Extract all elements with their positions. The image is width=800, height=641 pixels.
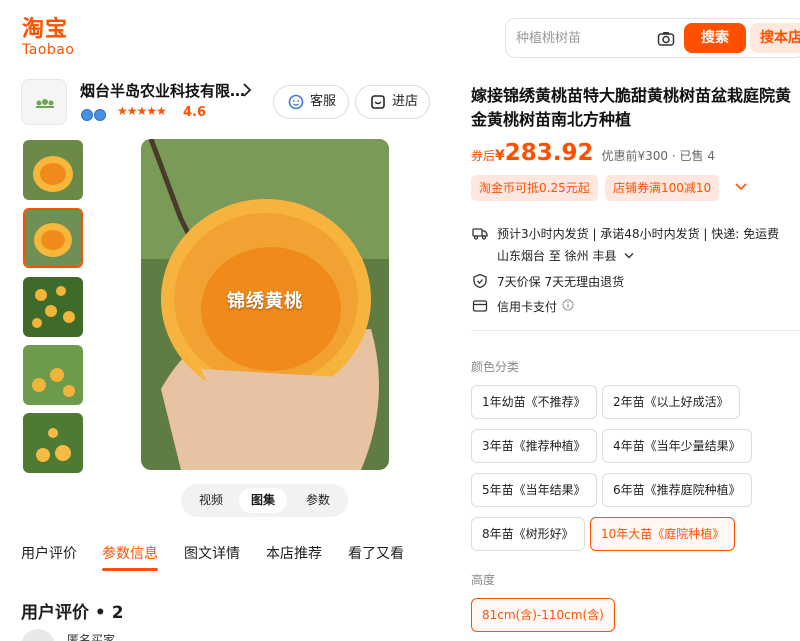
logo-cn: 淘宝 [22, 17, 69, 42]
price-value: 283.92 [504, 140, 594, 166]
chevron-right-icon[interactable] [241, 83, 253, 97]
credit-card-icon [472, 300, 488, 312]
thumbnail[interactable] [23, 277, 83, 337]
reviews-heading: 用户评价 • 2 [21, 603, 124, 623]
logo-en: Taobao [22, 42, 75, 58]
enter-store-button[interactable]: 进店 [355, 85, 430, 119]
tab-params[interactable]: 参数 [294, 488, 342, 513]
section-divider [471, 330, 800, 331]
tab-parameters[interactable]: 参数信息 [102, 543, 158, 563]
tab-store-recommend[interactable]: 本店推荐 [266, 543, 322, 563]
delivery-truck-icon [472, 228, 488, 240]
review-username: 匿名买家 [67, 633, 116, 641]
active-tab-indicator [102, 568, 158, 571]
route-text: 山东烟台 至 徐州 丰县 [497, 249, 617, 263]
sku-option[interactable]: 8年苗《树形好》 [471, 517, 585, 551]
shop-badges [81, 106, 107, 125]
delivery-text: 预计3小时内发货 | 承诺48小时内发货 | 快递: 免运费 [497, 227, 780, 241]
main-product-image[interactable]: 锦绣黄桃 [141, 139, 389, 470]
store-icon [371, 95, 385, 109]
image-caption: 锦绣黄桃 [227, 291, 303, 312]
sku-option[interactable]: 3年苗《推荐种植》 [471, 429, 597, 463]
badge-icon [94, 109, 106, 121]
tab-reviews[interactable]: 用户评价 [21, 543, 77, 563]
height-option-selected[interactable]: 81cm(含)-110cm(含) [471, 598, 615, 632]
search-bar: 搜索 搜本店 [505, 18, 800, 58]
price-currency: ¥ [495, 148, 505, 164]
camera-icon[interactable] [657, 30, 675, 48]
color-section-label: 颜色分类 [471, 360, 520, 374]
price-prefix: 券后 [471, 149, 496, 163]
search-input[interactable] [516, 28, 656, 48]
gallery-view-tabs: 视频 图集 参数 [181, 484, 348, 517]
badge-icon [81, 109, 93, 121]
chevron-down-icon[interactable] [735, 182, 747, 192]
thumbnail[interactable] [23, 208, 83, 268]
price-row: 券后¥283.92 优惠前¥300 · 已售 4 [471, 140, 715, 166]
sku-option-selected[interactable]: 10年大苗《庭院种植》 [590, 517, 736, 551]
sku-option[interactable]: 1年幼苗《不推荐》 [471, 385, 597, 419]
product-title: 嫁接锦绣黄桃苗特大脆甜黄桃树苗盆栽庭院黄金黄桃树苗南北方种植 [471, 86, 792, 129]
thumbnail[interactable] [23, 140, 83, 200]
shop-logo-image [36, 99, 54, 108]
shop-rating: 4.6 [183, 105, 207, 120]
service-label: 客服 [310, 94, 337, 109]
sku-option[interactable]: 6年苗《推荐庭院种植》 [602, 473, 752, 507]
avatar [21, 629, 55, 641]
sku-option[interactable]: 2年苗《以上好成活》 [602, 385, 740, 419]
taobao-logo[interactable]: 淘宝 Taobao [22, 17, 75, 59]
coupon-coins[interactable]: 淘金币可抵0.25元起 [471, 175, 598, 201]
rating-stars: ★★★★★ [117, 104, 167, 118]
shop-name[interactable]: 烟台半岛农业科技有限… [80, 80, 245, 101]
tab-also-viewed[interactable]: 看了又看 [348, 543, 404, 563]
store-search-button[interactable]: 搜本店 [750, 23, 800, 53]
store-label: 进店 [392, 94, 419, 109]
thumbnail[interactable] [23, 345, 83, 405]
price-meta: 优惠前¥300 · 已售 4 [601, 149, 715, 163]
height-section-label: 高度 [471, 573, 496, 587]
payment-text: 信用卡支付 [497, 300, 558, 314]
shield-icon [473, 273, 487, 289]
tab-details[interactable]: 图文详情 [184, 543, 240, 563]
shipping-route[interactable]: 山东烟台 至 徐州 丰县 [497, 247, 634, 264]
service-icon [288, 94, 304, 110]
tab-video[interactable]: 视频 [187, 488, 235, 513]
search-button[interactable]: 搜索 [684, 23, 746, 53]
thumbnail[interactable] [23, 413, 83, 473]
guarantee-text: 7天价保 7天无理由退货 [497, 275, 625, 289]
sku-option[interactable]: 4年苗《当年少量结果》 [602, 429, 752, 463]
tab-gallery[interactable]: 图集 [239, 488, 287, 513]
info-icon[interactable] [562, 299, 574, 311]
customer-service-button[interactable]: 客服 [273, 85, 349, 119]
coupon-store[interactable]: 店铺券满100减10 [605, 175, 720, 201]
shop-logo[interactable] [21, 79, 67, 125]
chevron-down-icon [624, 253, 634, 259]
sku-option[interactable]: 5年苗《当年结果》 [471, 473, 597, 507]
